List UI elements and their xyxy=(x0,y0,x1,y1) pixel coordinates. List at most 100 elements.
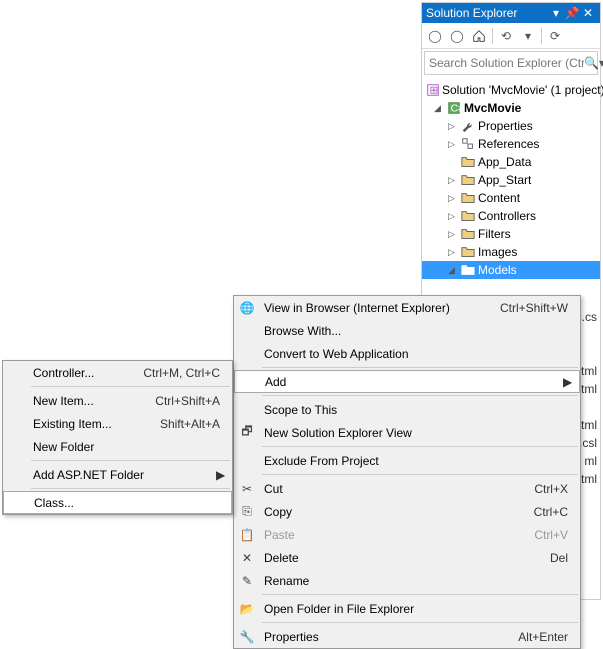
menu-separator xyxy=(31,386,230,387)
menu-label: Add xyxy=(261,375,563,389)
menu-item-existing-item-[interactable]: Existing Item...Shift+Alt+A xyxy=(3,412,232,435)
tree-node-images[interactable]: ▷Images xyxy=(422,243,600,261)
menu-item-new-item-[interactable]: New Item...Ctrl+Shift+A xyxy=(3,389,232,412)
props-icon: 🔧 xyxy=(234,630,260,644)
menu-separator xyxy=(262,395,578,396)
menu-item-view-in-browser-internet-explorer-[interactable]: 🌐View in Browser (Internet Explorer)Ctrl… xyxy=(234,296,580,319)
menu-label: Exclude From Project xyxy=(260,454,574,468)
newview-icon: 🗗 xyxy=(234,422,260,443)
browser-icon: 🌐 xyxy=(234,301,260,315)
menu-label: Scope to This xyxy=(260,403,574,417)
menu-label: Add ASP.NET Folder xyxy=(29,468,216,482)
search-input[interactable] xyxy=(429,56,584,70)
menu-item-copy[interactable]: ⎘CopyCtrl+C xyxy=(234,500,580,523)
menu-label: Open Folder in File Explorer xyxy=(260,602,574,616)
tree-node-references[interactable]: ▷References xyxy=(422,135,600,153)
menu-item-controller-[interactable]: Controller...Ctrl+M, Ctrl+C xyxy=(3,361,232,384)
menu-label: Rename xyxy=(260,574,574,588)
tree-node-app_start[interactable]: ▷App_Start xyxy=(422,171,600,189)
panel-title-label: Solution Explorer xyxy=(426,6,548,20)
search-box[interactable]: 🔍 ▾ xyxy=(424,51,598,75)
panel-titlebar: Solution Explorer ▾ 📌 ✕ xyxy=(422,3,600,23)
menu-shortcut: Ctrl+V xyxy=(534,528,574,542)
menu-shortcut: Ctrl+M, Ctrl+C xyxy=(143,366,226,380)
menu-separator xyxy=(31,488,230,489)
menu-label: Cut xyxy=(260,482,534,496)
menu-label: Properties xyxy=(260,630,518,644)
menu-item-open-folder-in-file-explorer[interactable]: 📂Open Folder in File Explorer xyxy=(234,597,580,620)
sync-icon[interactable]: ⟲ xyxy=(497,27,515,45)
menu-separator xyxy=(262,446,578,447)
menu-separator xyxy=(262,622,578,623)
pin-icon[interactable]: 📌 xyxy=(564,6,580,20)
menu-label: View in Browser (Internet Explorer) xyxy=(260,301,500,315)
back-icon[interactable]: ◯ xyxy=(426,27,444,45)
menu-label: New Folder xyxy=(29,440,226,454)
project-node[interactable]: ◢C#MvcMovie xyxy=(422,99,600,117)
copy-icon: ⎘ xyxy=(234,504,260,519)
tree-node-content[interactable]: ▷Content xyxy=(422,189,600,207)
menu-item-class-[interactable]: Class... xyxy=(3,491,232,514)
menu-shortcut: Alt+Enter xyxy=(518,630,574,644)
menu-label: Delete xyxy=(260,551,550,565)
menu-label: Convert to Web Application xyxy=(260,347,574,361)
dropdown-icon[interactable]: ▾ xyxy=(519,27,537,45)
refresh-icon[interactable]: ⟳ xyxy=(546,27,564,45)
context-menu-add: Controller...Ctrl+M, Ctrl+CNew Item...Ct… xyxy=(2,360,233,515)
menu-label: Existing Item... xyxy=(29,417,160,431)
menu-item-add-asp-net-folder[interactable]: Add ASP.NET Folder▶ xyxy=(3,463,232,486)
rename-icon: ✎ xyxy=(234,574,260,588)
tree-node-controllers[interactable]: ▷Controllers xyxy=(422,207,600,225)
svg-text:C#: C# xyxy=(451,103,462,115)
menu-item-scope-to-this[interactable]: Scope to This xyxy=(234,398,580,421)
menu-item-convert-to-web-application[interactable]: Convert to Web Application xyxy=(234,342,580,365)
menu-label: New Solution Explorer View xyxy=(260,426,574,440)
menu-separator xyxy=(262,474,578,475)
menu-separator xyxy=(262,594,578,595)
menu-item-exclude-from-project[interactable]: Exclude From Project xyxy=(234,449,580,472)
menu-label: Controller... xyxy=(29,366,143,380)
menu-item-properties[interactable]: 🔧PropertiesAlt+Enter xyxy=(234,625,580,648)
menu-item-new-solution-explorer-view[interactable]: 🗗New Solution Explorer View xyxy=(234,421,580,444)
menu-item-browse-with-[interactable]: Browse With... xyxy=(234,319,580,342)
menu-item-add[interactable]: Add▶ xyxy=(234,370,580,393)
paste-icon: 📋 xyxy=(234,528,260,542)
menu-shortcut: Ctrl+C xyxy=(534,505,574,519)
menu-label: Paste xyxy=(260,528,534,542)
menu-label: Browse With... xyxy=(260,324,574,338)
menu-separator xyxy=(31,460,230,461)
delete-icon: ✕ xyxy=(234,551,260,565)
tree-node-models[interactable]: ◢Models xyxy=(422,261,600,279)
home-icon[interactable] xyxy=(470,27,488,45)
tree-node-filters[interactable]: ▷Filters xyxy=(422,225,600,243)
context-menu-main: 🌐View in Browser (Internet Explorer)Ctrl… xyxy=(233,295,581,649)
menu-item-new-folder[interactable]: New Folder xyxy=(3,435,232,458)
openfolder-icon: 📂 xyxy=(234,602,260,616)
menu-label: New Item... xyxy=(29,394,155,408)
menu-shortcut: Ctrl+Shift+A xyxy=(155,394,226,408)
menu-separator xyxy=(262,367,578,368)
menu-item-delete[interactable]: ✕DeleteDel xyxy=(234,546,580,569)
menu-shortcut: Shift+Alt+A xyxy=(160,417,226,431)
menu-shortcut: Ctrl+Shift+W xyxy=(500,301,574,315)
menu-item-paste[interactable]: 📋PasteCtrl+V xyxy=(234,523,580,546)
menu-label: Copy xyxy=(260,505,534,519)
menu-shortcut: Del xyxy=(550,551,574,565)
menu-item-rename[interactable]: ✎Rename xyxy=(234,569,580,592)
close-icon[interactable]: ✕ xyxy=(580,6,596,20)
menu-item-cut[interactable]: ✂CutCtrl+X xyxy=(234,477,580,500)
tree-node-properties[interactable]: ▷Properties xyxy=(422,117,600,135)
forward-icon[interactable]: ◯ xyxy=(448,27,466,45)
cut-icon: ✂ xyxy=(234,482,260,496)
panel-toolbar: ◯ ◯ ⟲ ▾ ⟳ xyxy=(422,23,600,49)
search-dropdown-icon[interactable]: ▾ xyxy=(599,56,603,70)
submenu-arrow-icon: ▶ xyxy=(563,375,573,389)
solution-tree: ⊞Solution 'MvcMovie' (1 project)◢C#MvcMo… xyxy=(422,77,600,283)
solution-node[interactable]: ⊞Solution 'MvcMovie' (1 project) xyxy=(422,81,600,99)
tree-node-app_data[interactable]: App_Data xyxy=(422,153,600,171)
menu-label: Class... xyxy=(30,496,225,510)
dropdown-icon[interactable]: ▾ xyxy=(548,6,564,20)
svg-text:⊞: ⊞ xyxy=(430,85,439,97)
search-icon[interactable]: 🔍 xyxy=(584,56,599,70)
submenu-arrow-icon: ▶ xyxy=(216,468,226,482)
